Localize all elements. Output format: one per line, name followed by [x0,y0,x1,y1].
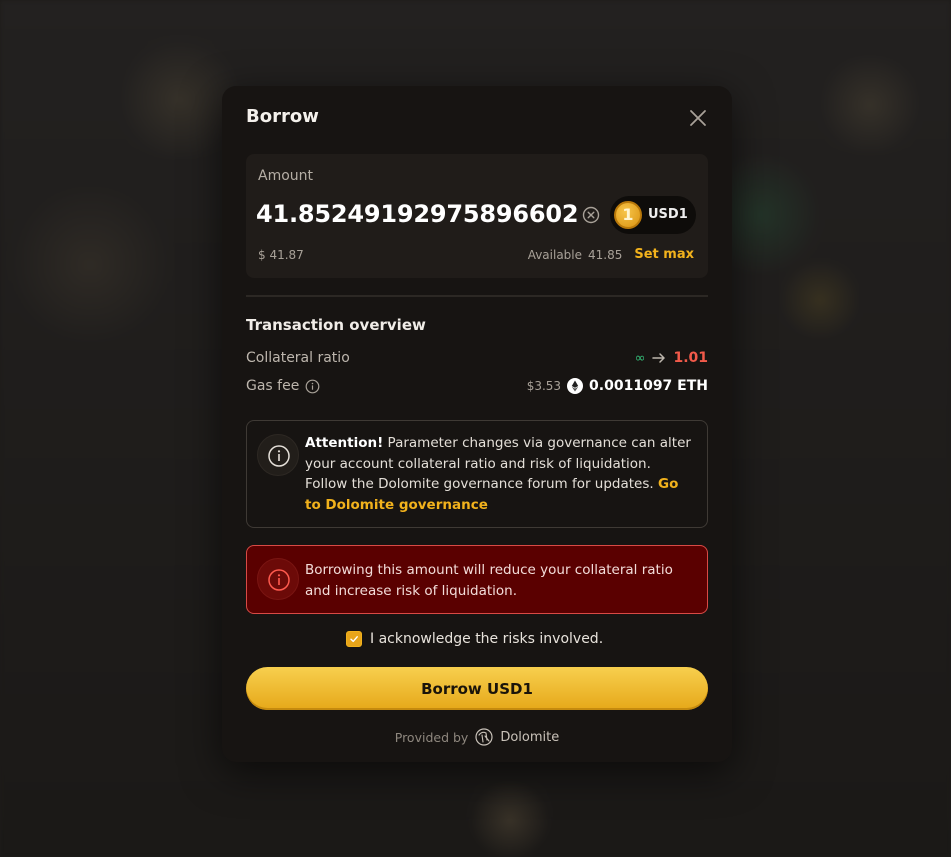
provided-by-footer: Provided by Dolomite [222,727,732,747]
gas-fee-row: Gas fee $3.53 0.0011097 ETH [246,376,708,396]
borrow-modal: Borrow Amount 1 USD1 $ 41.87 Available 4… [222,86,732,762]
arrow-right-icon [652,353,666,363]
governance-attention-alert: Attention! Parameter changes via governa… [246,420,708,528]
check-icon [350,636,358,643]
clear-icon [582,206,600,224]
available-balance: Available 41.85 Set max [528,247,694,262]
amount-input[interactable] [256,194,578,234]
available-value: 41.85 [588,247,623,262]
liquidation-risk-alert: Borrowing this amount will reduce your c… [246,545,708,614]
collateral-ratio-row: Collateral ratio ∞ 1.01 [246,348,708,368]
gas-fee-usd: $3.53 [526,379,562,393]
collateral-ratio-new: 1.01 [673,350,708,366]
info-icon [268,445,290,467]
set-max-button[interactable]: Set max [634,247,694,262]
token-symbol: USD1 [648,207,688,222]
available-label: Available [527,247,583,262]
amount-label: Amount [258,168,314,184]
acknowledge-checkbox[interactable] [346,631,362,647]
eth-icon [567,378,584,394]
usd1-coin-icon: 1 [614,201,642,229]
amount-usd-value: $ 41.87 [258,248,304,262]
gas-fee-eth: 0.0011097 ETH [589,378,708,394]
token-selector[interactable]: 1 USD1 [610,196,696,234]
clear-amount-button[interactable] [582,206,600,224]
modal-title: Borrow [246,106,319,127]
dolomite-logo-icon [475,728,493,746]
attention-text: Attention! Parameter changes via governa… [305,433,693,515]
acknowledge-risks[interactable]: I acknowledge the risks involved. [346,631,603,647]
overview-title: Transaction overview [246,316,426,334]
info-icon[interactable] [305,379,320,394]
alert-danger-badge [257,558,299,600]
provided-by-label: Provided by [394,729,469,745]
borrow-button[interactable]: Borrow USD1 [246,667,708,710]
gas-fee-label: Gas fee [246,378,300,394]
dolomite-brand[interactable]: Dolomite [500,730,559,745]
amount-panel: Amount 1 USD1 $ 41.87 Available 41.85 Se… [246,154,708,278]
collateral-ratio-label: Collateral ratio [246,350,350,366]
close-button[interactable] [686,106,710,130]
attention-heading: Attention! [305,435,384,451]
close-icon [690,110,706,126]
collateral-ratio-current: ∞ [634,350,646,366]
acknowledge-label: I acknowledge the risks involved. [370,631,604,647]
danger-text: Borrowing this amount will reduce your c… [305,562,673,599]
divider [246,295,708,297]
warning-info-icon [268,569,290,591]
alert-info-badge [257,434,299,476]
